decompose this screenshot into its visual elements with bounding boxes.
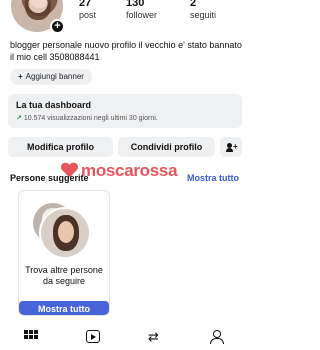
stat-following[interactable]: 2 seguiti (190, 0, 216, 21)
dashboard-title: La tua dashboard (16, 100, 92, 110)
dashboard-subtitle-row: ↗ 10.574 visualizzazioni negli ultimi 30 … (16, 113, 234, 124)
nav-tagged[interactable] (210, 330, 226, 344)
suggested-people-title: Persone suggerite (10, 173, 89, 183)
dashboard-card[interactable]: La tua dashboard ↗ 10.574 visualizzazioni… (8, 94, 242, 128)
repost-icon: ⇄ (148, 329, 159, 344)
stat-value: 130 (126, 0, 145, 9)
trending-up-icon: ↗ (16, 115, 22, 122)
show-all-link[interactable]: Mostra tutto (187, 173, 239, 183)
profile-stats: 27 post 130 follower 2 seguiti (0, 0, 250, 27)
grid-icon (24, 330, 40, 339)
add-person-icon: + (226, 142, 238, 153)
stat-label: follower (126, 10, 158, 20)
nav-grid[interactable] (24, 330, 40, 344)
stat-value: 27 (79, 0, 92, 9)
dashboard-subtitle: 10.574 visualizzazioni negli ultimi 30 g… (23, 115, 158, 122)
reels-icon (86, 330, 100, 343)
card-show-all-button[interactable]: Mostra tutto (19, 301, 109, 315)
plus-icon: + (18, 72, 23, 81)
bottom-nav: ⇄ (0, 322, 250, 350)
profile-icon (210, 330, 224, 344)
watermark-text: moscarossa (81, 161, 178, 180)
add-banner-button[interactable]: + Aggiungi banner (10, 69, 92, 85)
find-people-card[interactable]: Trova altre persone da seguire Mostra tu… (18, 190, 110, 316)
profile-bio: blogger personale nuovo profilo il vecch… (10, 40, 242, 62)
edit-profile-button[interactable]: Modifica profilo (8, 137, 113, 157)
nav-reels[interactable] (86, 330, 102, 344)
stat-label: seguiti (190, 10, 217, 20)
discover-people-button[interactable]: + (220, 137, 242, 157)
stat-followers[interactable]: 130 follower (126, 0, 157, 21)
stat-label: post (79, 10, 97, 20)
suggested-avatar (39, 207, 91, 259)
add-banner-label: Aggiungi banner (25, 72, 84, 81)
share-profile-button[interactable]: Condividi profilo (118, 137, 215, 157)
stat-posts[interactable]: 27 post (79, 0, 96, 21)
card-text: Trova altre persone da seguire (25, 265, 103, 286)
nav-repost[interactable]: ⇄ (148, 330, 164, 344)
stat-value: 2 (190, 0, 197, 9)
